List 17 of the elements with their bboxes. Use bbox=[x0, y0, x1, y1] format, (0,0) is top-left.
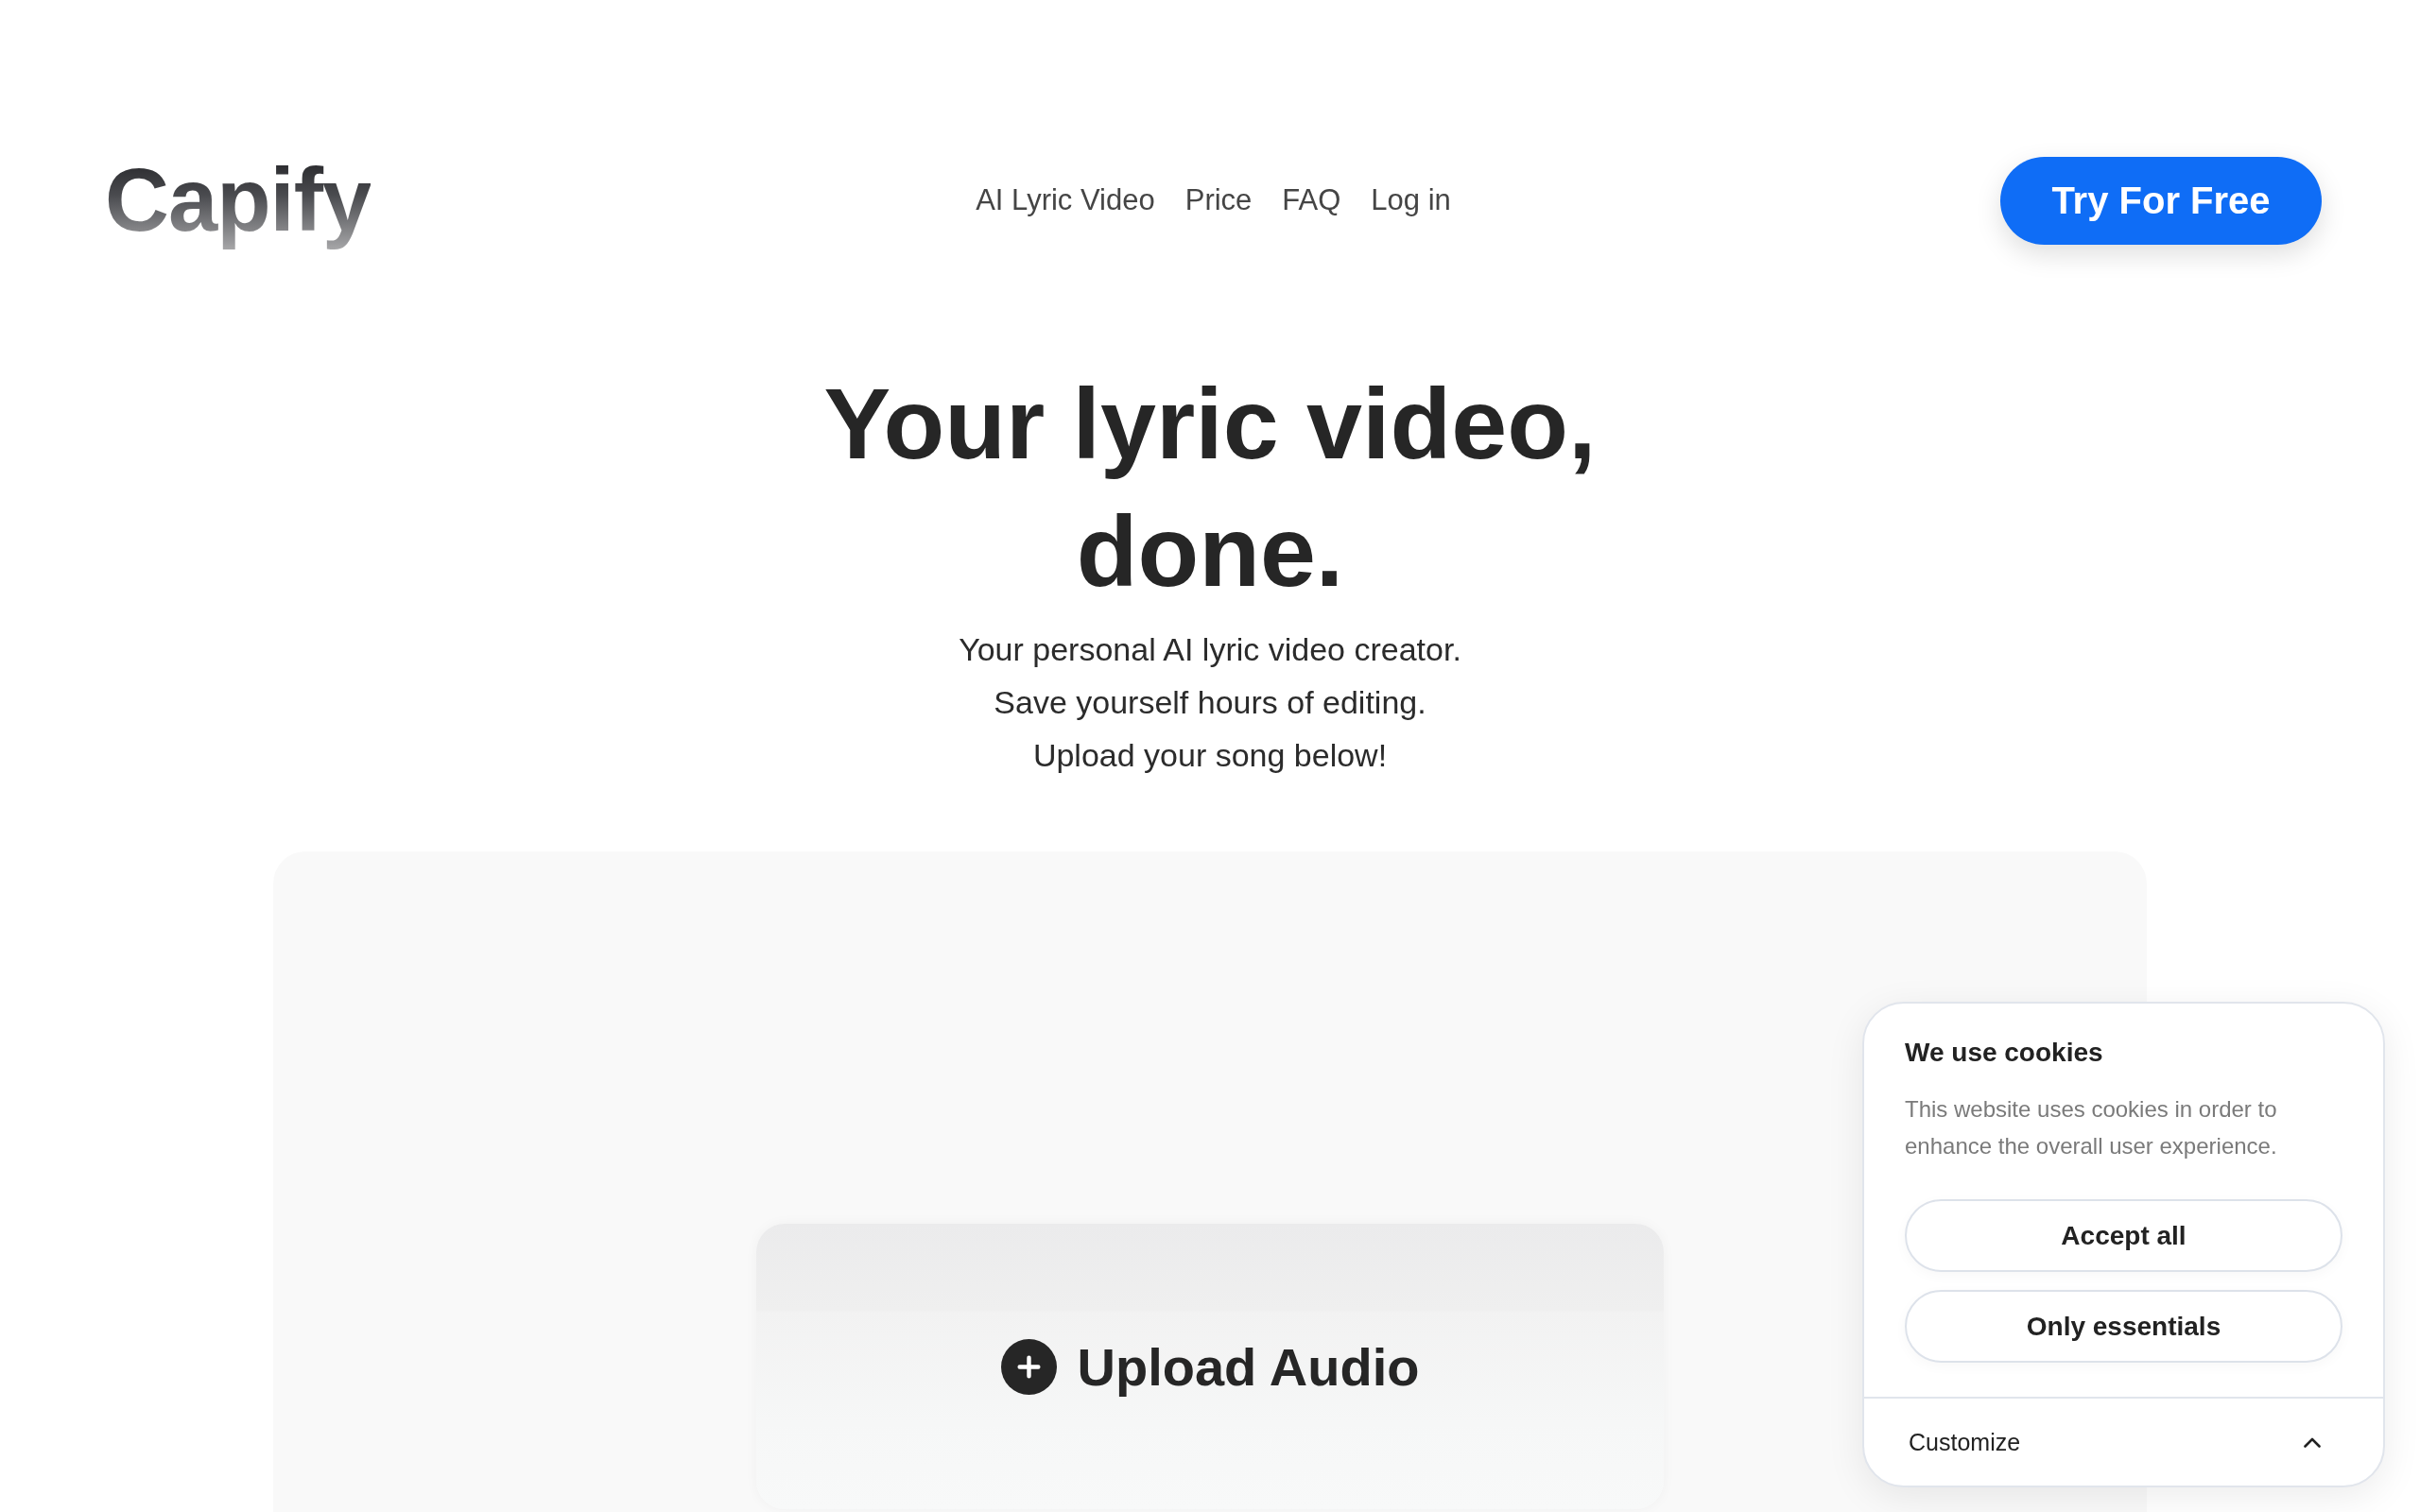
hero-headline: Your lyric video, done. bbox=[822, 367, 1598, 609]
hero-subtitle-line: Your personal AI lyric video creator. bbox=[959, 630, 1461, 669]
nav-link[interactable]: AI Lyric Video bbox=[976, 182, 1155, 218]
nav-link[interactable]: Price bbox=[1184, 182, 1253, 218]
cookie-description: This website uses cookies in order to enhance the overall user experience. bbox=[1905, 1095, 2278, 1160]
cookie-title: We use cookies bbox=[1905, 1037, 2104, 1069]
nav-link[interactable]: Log in bbox=[1371, 182, 1451, 218]
customize-toggle[interactable]: Customize bbox=[1864, 1399, 2383, 1486]
plus-circle-icon bbox=[1000, 1338, 1057, 1395]
cookie-consent-button[interactable]: Only essentials bbox=[1905, 1290, 2342, 1363]
chevron-up-icon bbox=[2304, 1436, 2321, 1448]
hero-subtitle-line: Save yourself hours of editing. bbox=[994, 683, 1426, 722]
hero-subtitle-line: Upload your song below! bbox=[1032, 736, 1388, 775]
nav-link[interactable]: FAQ bbox=[1282, 182, 1341, 218]
try-for-free-button[interactable]: Try For Free bbox=[2000, 156, 2322, 245]
upload-audio-button[interactable]: Upload Audio bbox=[756, 1224, 1664, 1509]
cookie-consent-button[interactable]: Accept all bbox=[1905, 1199, 2342, 1272]
